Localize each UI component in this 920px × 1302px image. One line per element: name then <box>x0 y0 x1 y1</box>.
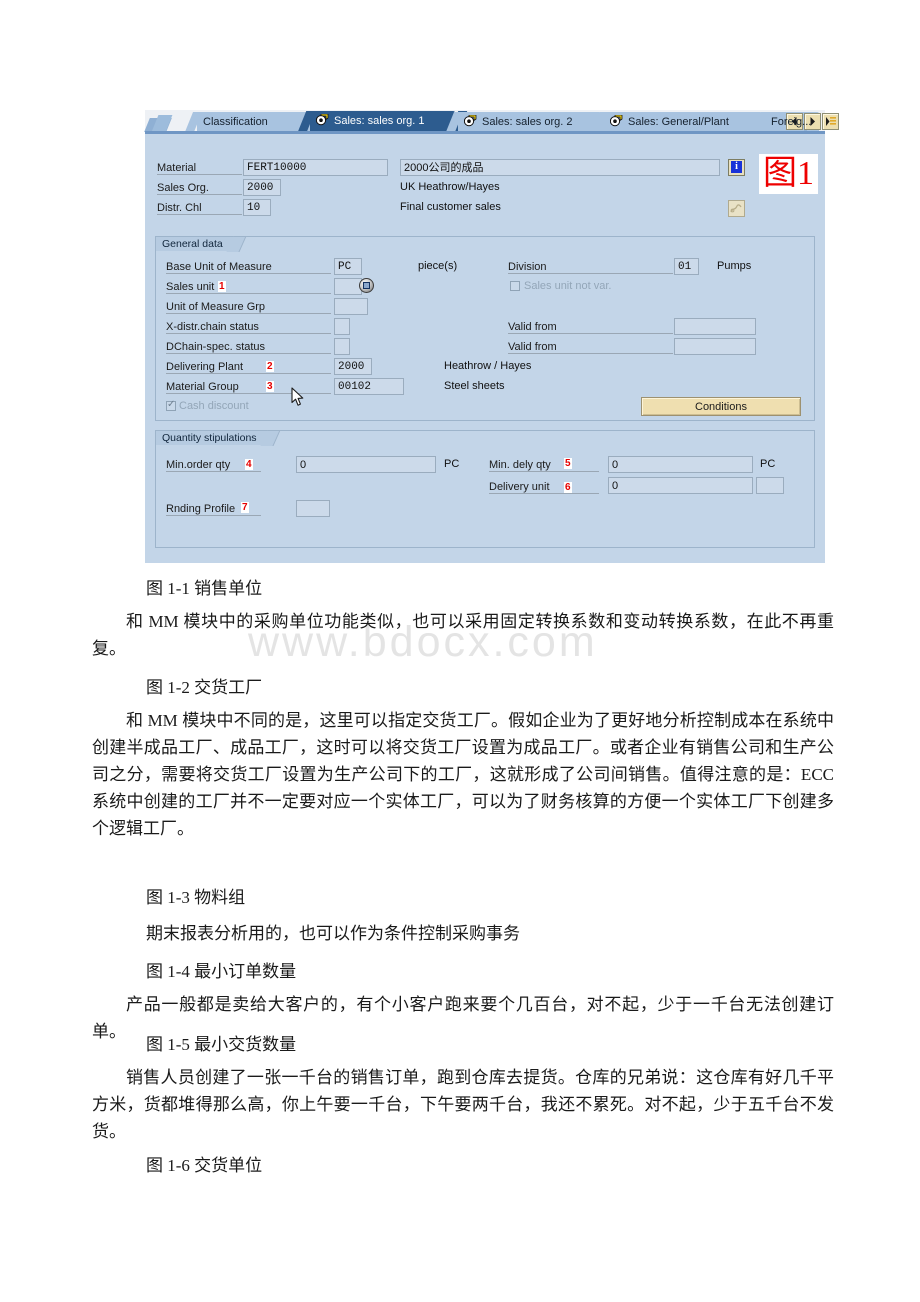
delivering-plant-label: Delivering Plant <box>166 361 331 374</box>
annotation-number-5: 5 <box>564 458 572 469</box>
general-data-title: General data <box>155 236 238 251</box>
valid-from-1-field[interactable] <box>674 318 756 335</box>
sales-unit-matchcode-icon[interactable] <box>359 278 374 293</box>
division-description: Pumps <box>717 260 752 272</box>
caption-1-5: 图 1-5 最小交货数量 <box>146 1035 297 1054</box>
tab-foreign-trade-label: Foreig... <box>771 116 812 128</box>
sales-org-field[interactable]: 2000 <box>243 179 281 196</box>
quantity-stipulations-group: Quantity stipulations Min.order qty 4 0 … <box>155 430 815 548</box>
tab-strip: Classification Sales: sales org. 1 Sales… <box>144 110 839 132</box>
info-icon[interactable]: i <box>728 159 745 176</box>
sales-org-description: UK Heathrow/Hayes <box>400 181 500 193</box>
valid-from-2-label: Valid from <box>508 341 673 354</box>
material-description-field[interactable]: 2000公司的成品 <box>400 159 720 176</box>
dchain-spec-status-field[interactable] <box>334 338 350 355</box>
general-data-group: General data Base Unit of Measure PC pie… <box>155 236 815 421</box>
valid-from-2-field[interactable] <box>674 338 756 355</box>
valid-from-1-label: Valid from <box>508 321 673 334</box>
delivering-plant-field[interactable]: 2000 <box>334 358 372 375</box>
uom-group-field[interactable] <box>334 298 368 315</box>
annotation-number-1: 1 <box>218 281 226 292</box>
material-group-field[interactable]: 00102 <box>334 378 404 395</box>
tab-classification-label: Classification <box>203 116 268 128</box>
sales-view-icon <box>315 113 330 126</box>
base-uom-label: Base Unit of Measure <box>166 261 331 274</box>
tab-sales-general-plant-label: Sales: General/Plant <box>628 116 729 128</box>
caption-1-4: 图 1-4 最小订单数量 <box>146 962 297 981</box>
figure-annotation-tag: 图1 <box>759 154 818 194</box>
distr-chl-description: Final customer sales <box>400 201 501 213</box>
paragraph-1-2: 和 MM 模块中不同的是，这里可以指定交货工厂。假如企业为了更好地分析控制成本在… <box>92 711 834 838</box>
tab-strip-underline <box>145 131 825 134</box>
tab-list-button[interactable] <box>822 113 839 130</box>
tab-sales-org-2[interactable]: Sales: sales org. 2 <box>445 112 614 132</box>
min-order-qty-uom: PC <box>444 458 460 470</box>
dchain-spec-status-label: DChain-spec. status <box>166 341 331 354</box>
tab-sales-general-plant[interactable]: Sales: General/Plant <box>591 112 775 132</box>
annotation-number-2: 2 <box>266 361 274 372</box>
distr-chl-label: Distr. Chl <box>157 202 242 215</box>
sales-unit-not-var-label: Sales unit not var. <box>524 280 612 292</box>
sales-unit-field[interactable] <box>334 278 362 295</box>
tab-sales-org-2-label: Sales: sales org. 2 <box>482 116 573 128</box>
division-label: Division <box>508 261 673 274</box>
rnding-profile-field[interactable] <box>296 500 330 517</box>
paragraph-1-1: 和 MM 模块中的采购单位功能类似，也可以采用固定转换系数和变动转换系数，在此不… <box>92 612 834 658</box>
sap-screenshot: Classification Sales: sales org. 1 Sales… <box>144 110 839 563</box>
delivery-unit-uom-field[interactable] <box>756 477 784 494</box>
delivering-plant-description: Heathrow / Hayes <box>444 360 532 372</box>
cash-discount-checkbox[interactable] <box>166 399 176 411</box>
distr-chl-field[interactable]: 10 <box>243 199 271 216</box>
x-distr-chain-status-label: X-distr.chain status <box>166 321 331 334</box>
min-order-qty-field[interactable]: 0 <box>296 456 436 473</box>
min-dely-qty-field[interactable]: 0 <box>608 456 753 473</box>
min-dely-qty-uom: PC <box>760 458 776 470</box>
min-dely-qty-label: Min. dely qty <box>489 459 599 472</box>
uom-group-label: Unit of Measure Grp <box>166 301 331 314</box>
cash-discount-label: Cash discount <box>179 400 249 412</box>
tab-classification[interactable]: Classification <box>184 112 320 132</box>
sales-unit-label: Sales unit <box>166 281 331 294</box>
x-distr-chain-status-field[interactable] <box>334 318 350 335</box>
annotation-number-6: 6 <box>564 482 572 493</box>
division-field[interactable]: 01 <box>674 258 699 275</box>
material-group-description: Steel sheets <box>444 380 505 392</box>
tab-sales-org-1[interactable]: Sales: sales org. 1 <box>297 111 468 132</box>
delivery-unit-label: Delivery unit <box>489 481 599 494</box>
annotation-number-4: 4 <box>245 459 253 470</box>
annotation-number-3: 3 <box>266 381 274 392</box>
base-uom-description: piece(s) <box>418 260 458 272</box>
sales-org-label: Sales Org. <box>157 182 242 195</box>
material-label: Material <box>157 162 242 175</box>
material-group-label: Material Group <box>166 381 331 394</box>
sales-view-icon-3 <box>609 114 624 127</box>
conditions-button[interactable]: Conditions <box>641 397 801 416</box>
caption-1-3: 图 1-3 物料组 <box>146 888 246 907</box>
sales-unit-not-var-checkbox[interactable] <box>510 281 520 291</box>
quantity-stipulations-title: Quantity stipulations <box>155 430 272 445</box>
material-field[interactable]: FERT10000 <box>243 159 388 176</box>
paragraph-1-5: 销售人员创建了一张一千台的销售订单，跑到仓库去提货。仓库的兄弟说：这仓库有好几千… <box>92 1068 834 1141</box>
annotation-number-7: 7 <box>241 502 249 513</box>
paragraph-1-3: 期末报表分析用的，也可以作为条件控制采购事务 <box>146 924 520 943</box>
caption-1-6: 图 1-6 交货单位 <box>146 1156 263 1175</box>
base-uom-field[interactable]: PC <box>334 258 362 275</box>
tab-sales-org-1-label: Sales: sales org. 1 <box>334 115 425 127</box>
sales-view-icon-2 <box>463 114 478 127</box>
caption-1-1: 图 1-1 销售单位 <box>146 579 263 598</box>
caption-1-2: 图 1-2 交货工厂 <box>146 678 263 697</box>
delivery-unit-field[interactable]: 0 <box>608 477 753 494</box>
signature-icon[interactable] <box>728 200 745 217</box>
